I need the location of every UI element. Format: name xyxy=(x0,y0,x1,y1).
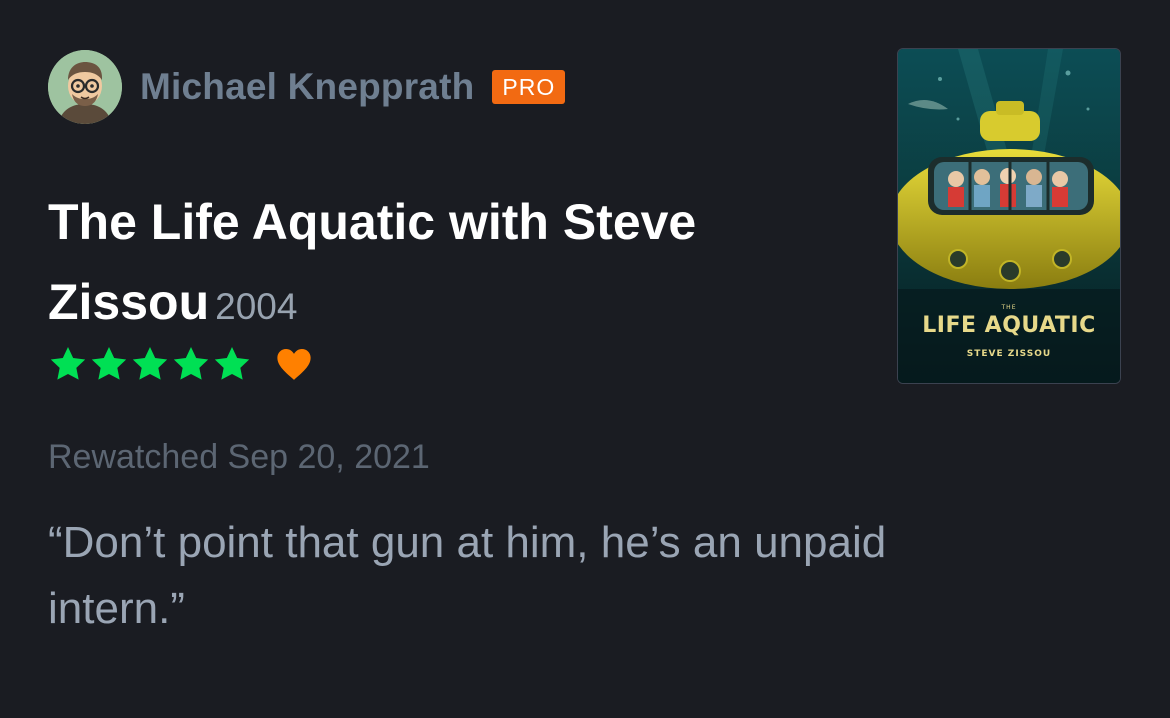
rating-row xyxy=(48,344,313,384)
film-heading: The Life Aquatic with Steve Zissou 2004 xyxy=(48,182,838,347)
star-icon xyxy=(214,347,250,380)
review-card: Michael Knepprath PRO The Life Aquatic w… xyxy=(0,0,1170,718)
star-icon xyxy=(50,347,86,380)
film-poster[interactable]: THE LIFE AQUATIC STEVE ZISSOU xyxy=(897,48,1121,384)
pro-badge: PRO xyxy=(492,70,566,104)
star-icon xyxy=(91,347,127,380)
film-year[interactable]: 2004 xyxy=(215,286,297,327)
poster-subtitle: STEVE ZISSOU xyxy=(966,349,1052,359)
heart-icon xyxy=(277,348,311,380)
poster-title: LIFE AQUATIC xyxy=(922,313,1096,338)
star-icon xyxy=(132,347,168,380)
watched-date[interactable]: Rewatched Sep 20, 2021 xyxy=(48,438,430,477)
star-rating xyxy=(48,344,253,384)
avatar-icon xyxy=(48,50,122,124)
review-text: “Don’t point that gun at him, he’s an un… xyxy=(48,518,887,633)
poster-small-top: THE xyxy=(1001,304,1017,311)
reviewer-name[interactable]: Michael Knepprath xyxy=(140,66,474,108)
film-title[interactable]: The Life Aquatic with Steve Zissou xyxy=(48,194,696,330)
star-icon xyxy=(173,347,209,380)
avatar[interactable] xyxy=(48,50,122,124)
review-header: Michael Knepprath PRO xyxy=(48,50,566,124)
